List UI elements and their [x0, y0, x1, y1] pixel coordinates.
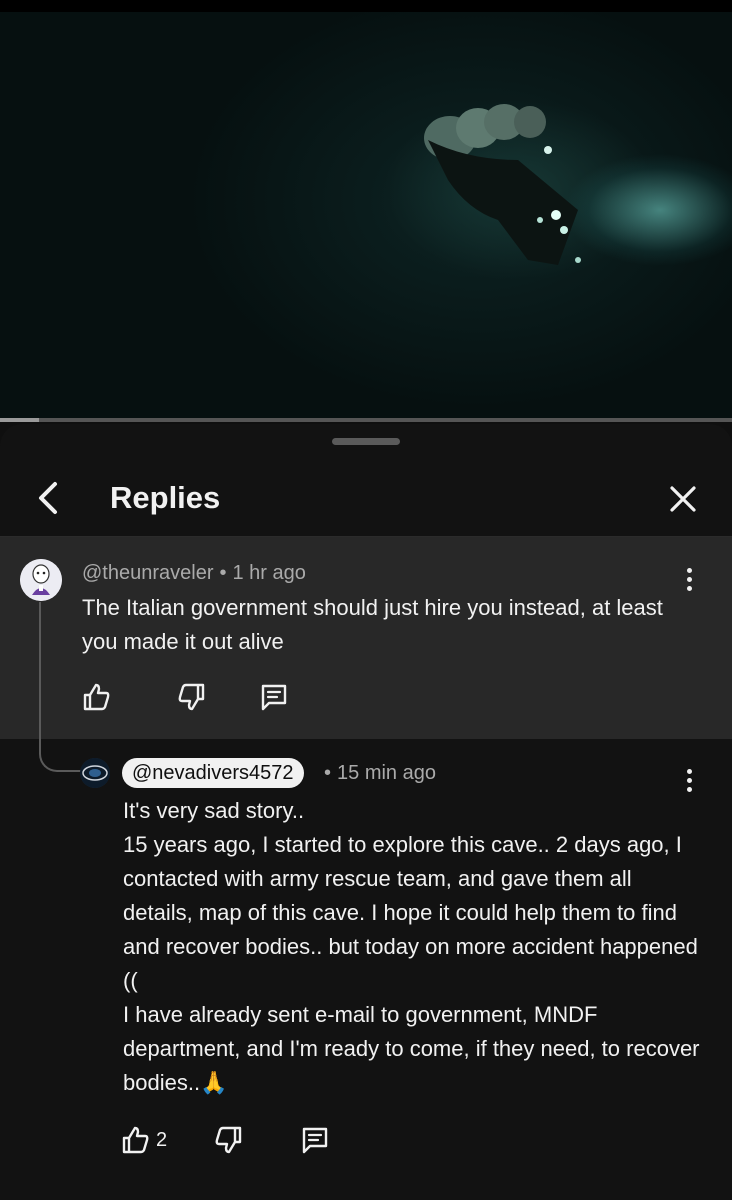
sheet-header: Replies [0, 464, 732, 536]
reply-time: 15 min ago [337, 762, 436, 784]
comment-author[interactable]: @theunraveler [82, 562, 213, 584]
reply-button[interactable] [256, 677, 292, 717]
meta-separator: • [219, 562, 227, 584]
video-progress-fill [0, 418, 39, 422]
avatar-cartoon-icon [20, 559, 62, 601]
avatar[interactable] [20, 559, 62, 601]
reply-icon [302, 1127, 328, 1154]
replies-sheet: Replies @theunraveler • 1 hr ago The Ital [0, 424, 732, 1200]
reply-dislike-button[interactable] [211, 1120, 247, 1160]
thumbs-up-icon [122, 1126, 149, 1154]
thumbs-up-icon [83, 683, 110, 711]
back-button[interactable] [26, 476, 70, 520]
reply-icon [261, 684, 287, 711]
reply-reply-button[interactable] [297, 1120, 333, 1160]
comment-meta: @theunraveler • 1 hr ago [82, 562, 306, 585]
sheet-title: Replies [110, 480, 221, 515]
video-player[interactable] [0, 0, 732, 422]
reply-like-button[interactable]: 2 [120, 1120, 167, 1160]
thumbs-down-icon [178, 683, 205, 711]
comment-text: The Italian government should just hire … [82, 595, 663, 654]
more-vertical-icon [686, 768, 692, 774]
reply-author-chip[interactable]: @nevadivers4572 [122, 758, 304, 788]
thumbs-down-icon [215, 1126, 242, 1154]
dislike-button[interactable] [174, 677, 210, 717]
comment-actions [78, 677, 292, 717]
diver-silhouette [424, 104, 581, 265]
close-button[interactable] [660, 476, 706, 522]
reply-actions: 2 [120, 1120, 333, 1160]
comment-time: 1 hr ago [232, 562, 306, 584]
video-progress-bar[interactable] [0, 418, 732, 422]
like-button[interactable] [78, 677, 114, 717]
chevron-left-icon [39, 482, 57, 514]
drag-handle[interactable] [332, 438, 400, 445]
parent-comment: @theunraveler • 1 hr ago The Italian gover… [0, 537, 732, 739]
reply-avatar[interactable] [80, 758, 110, 788]
like-count: 2 [156, 1128, 168, 1151]
status-bar-strip [0, 0, 732, 12]
more-vertical-icon [686, 567, 692, 573]
reply-text: It's very sad story.. 15 years ago, I st… [123, 798, 700, 1095]
meta-separator: • [324, 762, 332, 784]
close-icon [670, 486, 696, 512]
reply-meta: • 15 min ago [318, 762, 436, 785]
avatar-logo-icon [80, 758, 110, 788]
thread-connector-line [39, 602, 83, 772]
